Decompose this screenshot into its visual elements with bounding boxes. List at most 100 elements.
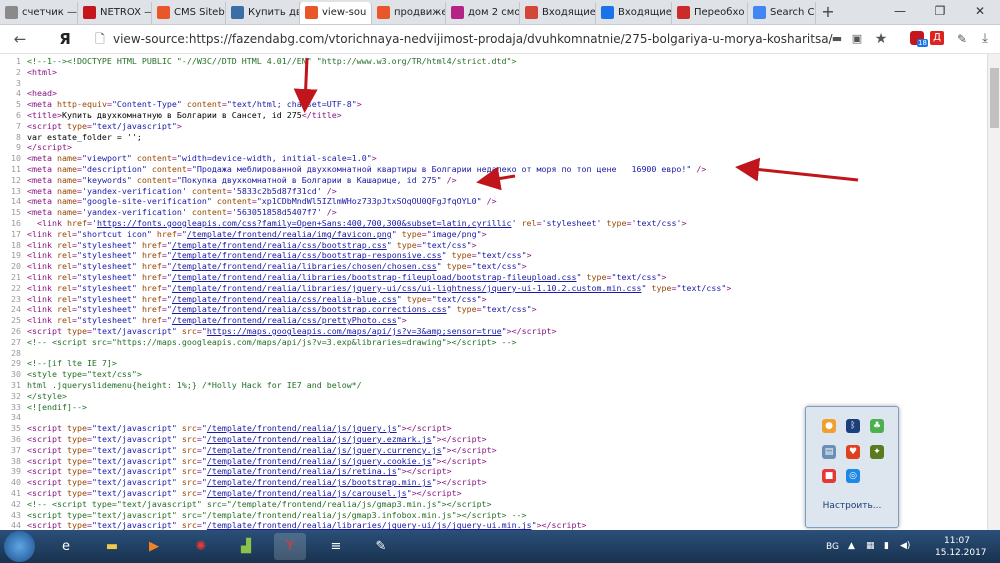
tray-sync-icon[interactable]: ◎: [846, 469, 860, 483]
browser-tab-bar: счетчик — NETROX — CMS Siteb Купить дву view…: [0, 0, 1000, 25]
film-reel-icon[interactable]: ✺: [185, 533, 217, 560]
browser-tab[interactable]: Купить дву: [226, 2, 300, 24]
clock-time[interactable]: 11:07: [944, 536, 970, 546]
line-number: 20: [11, 261, 21, 272]
source-code: <![endif]-->: [27, 401, 87, 412]
address-bar[interactable]: view-source:https://fazendabg.com/vtoric…: [113, 25, 833, 53]
line-number: 1: [16, 56, 21, 66]
browser-tab[interactable]: NETROX —: [78, 2, 152, 24]
line-number: 9: [16, 142, 21, 153]
start-button[interactable]: [4, 531, 35, 562]
source-line: 24 <link rel="stylesheet" href="/template…: [0, 304, 987, 315]
page-icon[interactable]: 🗋: [92, 25, 108, 53]
source-code: var estate_folder = '';: [27, 131, 142, 142]
bluetooth-icon[interactable]: ᛒ: [846, 419, 860, 433]
netrox-icon: [83, 6, 96, 19]
browser-tab[interactable]: CMS Siteb: [152, 2, 226, 24]
network-icon[interactable]: ▦: [866, 541, 875, 551]
maximize-button[interactable]: ❐: [920, 0, 960, 22]
line-number: 10: [11, 153, 21, 164]
tray-window-icon[interactable]: ▤: [822, 445, 836, 459]
source-code: <script type="text/javascript" src="/tem…: [27, 477, 487, 488]
source-code: <meta name="viewport" content="width=dev…: [27, 153, 377, 164]
battery-icon[interactable]: ▮: [884, 541, 889, 551]
line-number: 26: [11, 326, 21, 336]
line-number: 14: [11, 196, 21, 207]
line-number: 42: [11, 498, 21, 509]
tray-tool-icon[interactable]: ✦: [870, 445, 884, 459]
source-line: 3: [0, 78, 987, 89]
source-line: 14 <meta name="google-site-verification" …: [0, 196, 987, 207]
tray-shield-icon[interactable]: ♥: [846, 445, 860, 459]
source-line: 9 </script>: [0, 142, 987, 153]
browser-tab[interactable]: view-sou: [300, 2, 372, 24]
browser-tab-label: Search Co: [770, 7, 816, 18]
volume-icon[interactable]: ◀): [900, 541, 910, 551]
clock-date[interactable]: 15.12.2017: [935, 548, 987, 558]
source-line: 20 <link rel="stylesheet" href="/template…: [0, 261, 987, 272]
browser-tab[interactable]: Переобхо: [672, 2, 748, 24]
line-number: 5: [16, 99, 21, 110]
source-code: <meta http-equiv="Content-Type" content=…: [27, 99, 362, 110]
folder-icon[interactable]: ▬: [96, 533, 128, 560]
tray-configure-link[interactable]: Настроить...: [806, 501, 898, 511]
source-line: 27 <!-- <script src="https://maps.googlea…: [0, 337, 987, 348]
line-number: 19: [11, 250, 21, 261]
close-window-button[interactable]: ✕: [960, 0, 1000, 22]
source-code: <link rel="stylesheet" href="/template/f…: [27, 239, 477, 250]
text-editor-icon[interactable]: ≡: [320, 533, 352, 560]
vertical-scrollbar[interactable]: [987, 54, 1000, 530]
line-number: 15: [11, 207, 21, 218]
ie-icon[interactable]: e: [50, 533, 82, 560]
browser-tab-label: CMS Siteb: [174, 7, 225, 18]
scrollbar-thumb[interactable]: [990, 68, 999, 128]
browser-tab[interactable]: продвижен: [372, 2, 446, 24]
extension-d-icon[interactable]: Д: [930, 31, 944, 45]
line-number: 28: [11, 347, 21, 358]
tray-app-icon[interactable]: ●: [822, 419, 836, 433]
source-code: <link rel="stylesheet" href="/template/f…: [27, 315, 407, 326]
image-editor-icon[interactable]: ▟: [230, 533, 262, 560]
browser-tab-label: NETROX —: [100, 7, 152, 18]
browser-tab[interactable]: Search Co: [748, 2, 816, 24]
line-number: 3: [16, 77, 21, 88]
extension-note-icon[interactable]: ✎: [955, 25, 969, 53]
line-number: 7: [16, 120, 21, 131]
back-arrow-icon[interactable]: ←: [10, 25, 30, 53]
source-line: 32 </style>: [0, 391, 987, 402]
browser-tab[interactable]: дом 2 смо: [446, 2, 520, 24]
media-player-icon[interactable]: ▶: [138, 533, 170, 560]
browser-tab[interactable]: счетчик —: [0, 2, 78, 24]
bookmark-star-icon[interactable]: ★: [873, 25, 889, 53]
yandex-browser-icon[interactable]: Y: [274, 533, 306, 560]
source-code: <script type="text/javascript" src="/tem…: [27, 423, 452, 434]
new-tab-button[interactable]: +: [818, 2, 838, 22]
tray-expand-icon[interactable]: ▲: [848, 541, 855, 551]
windows-taskbar: e ▬ ▶ ✺ ▟ Y ≡ ✎ BG ▲ ▦ ▮ ◀) 11:07 15.12.…: [0, 530, 1000, 563]
source-code: <html>: [27, 66, 57, 77]
download-icon[interactable]: ⤓: [978, 25, 992, 53]
tray-grid-icon[interactable]: ■: [822, 469, 836, 483]
paint-icon[interactable]: ✎: [365, 533, 397, 560]
line-number: 34: [11, 412, 21, 423]
browser-tab[interactable]: Входящие: [596, 2, 672, 24]
line-number: 38: [11, 455, 21, 466]
tray-leaf-icon[interactable]: ♣: [870, 419, 884, 433]
browser-tab-label: продвижен: [394, 7, 445, 18]
source-line: 8 var estate_folder = '';: [0, 132, 987, 143]
source-line: 5 <meta http-equiv="Content-Type" content…: [0, 99, 987, 110]
lock-icon[interactable]: ▣: [850, 25, 864, 53]
mail-icon: [525, 6, 538, 19]
language-indicator[interactable]: BG: [826, 542, 839, 552]
comment-icon[interactable]: ▬: [830, 25, 844, 53]
source-code: <meta name='yandex-verification' content…: [27, 207, 337, 218]
line-number: 27: [11, 336, 21, 347]
minimize-button[interactable]: —: [880, 0, 920, 22]
source-code: <!--[if lte IE 7]>: [27, 358, 117, 369]
source-line: 2 <html>: [0, 67, 987, 78]
browser-tab[interactable]: Входящие: [520, 2, 596, 24]
yandex-logo[interactable]: Я: [55, 25, 75, 53]
browser-toolbar: ← Я 🗋 view-source:https://fazendabg.com/…: [0, 25, 1000, 54]
source-code: <!-- <script src="https://maps.googleapi…: [27, 336, 517, 347]
source-line: 18 <link rel="stylesheet" href="/template…: [0, 240, 987, 251]
